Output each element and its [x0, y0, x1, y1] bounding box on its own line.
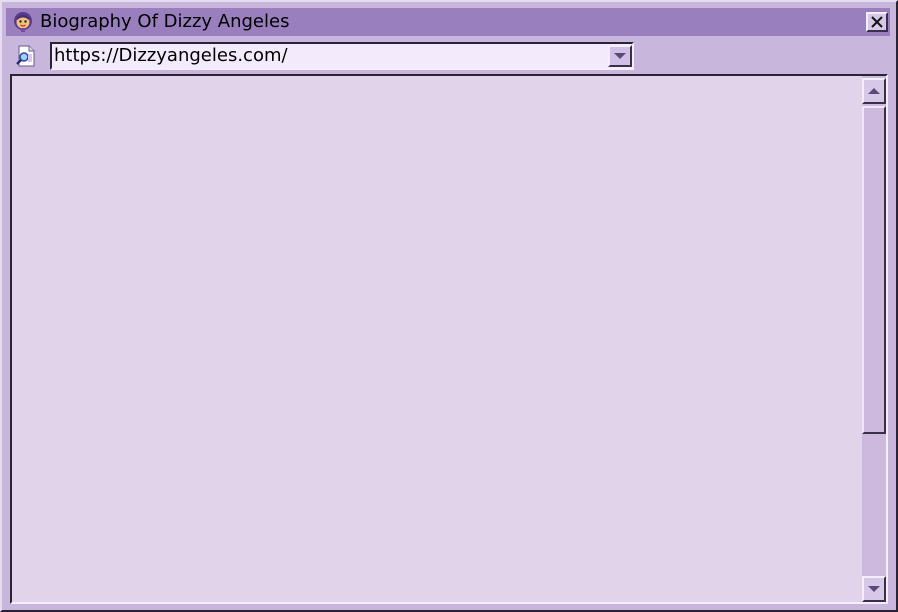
page-content-area[interactable]	[12, 76, 860, 602]
close-icon	[871, 16, 883, 28]
content-frame	[10, 74, 888, 604]
arrow-down-icon	[868, 586, 880, 592]
window-title: Biography Of Dizzy Angeles	[40, 11, 290, 32]
page-search-icon	[14, 44, 38, 68]
address-dropdown-button[interactable]	[608, 45, 632, 67]
vertical-scrollbar[interactable]	[862, 76, 886, 602]
arrow-up-icon	[868, 88, 880, 94]
url-input[interactable]	[54, 44, 602, 68]
scroll-down-button[interactable]	[862, 576, 886, 602]
close-button[interactable]	[866, 12, 888, 32]
browser-window: Biography Of Dizzy Angeles	[0, 0, 898, 612]
chevron-down-icon	[614, 53, 626, 59]
character-face-icon	[12, 11, 34, 33]
scroll-thumb[interactable]	[862, 106, 886, 434]
address-bar[interactable]	[50, 42, 634, 70]
title-bar[interactable]: Biography Of Dizzy Angeles	[6, 8, 890, 36]
scroll-up-button[interactable]	[862, 78, 886, 104]
